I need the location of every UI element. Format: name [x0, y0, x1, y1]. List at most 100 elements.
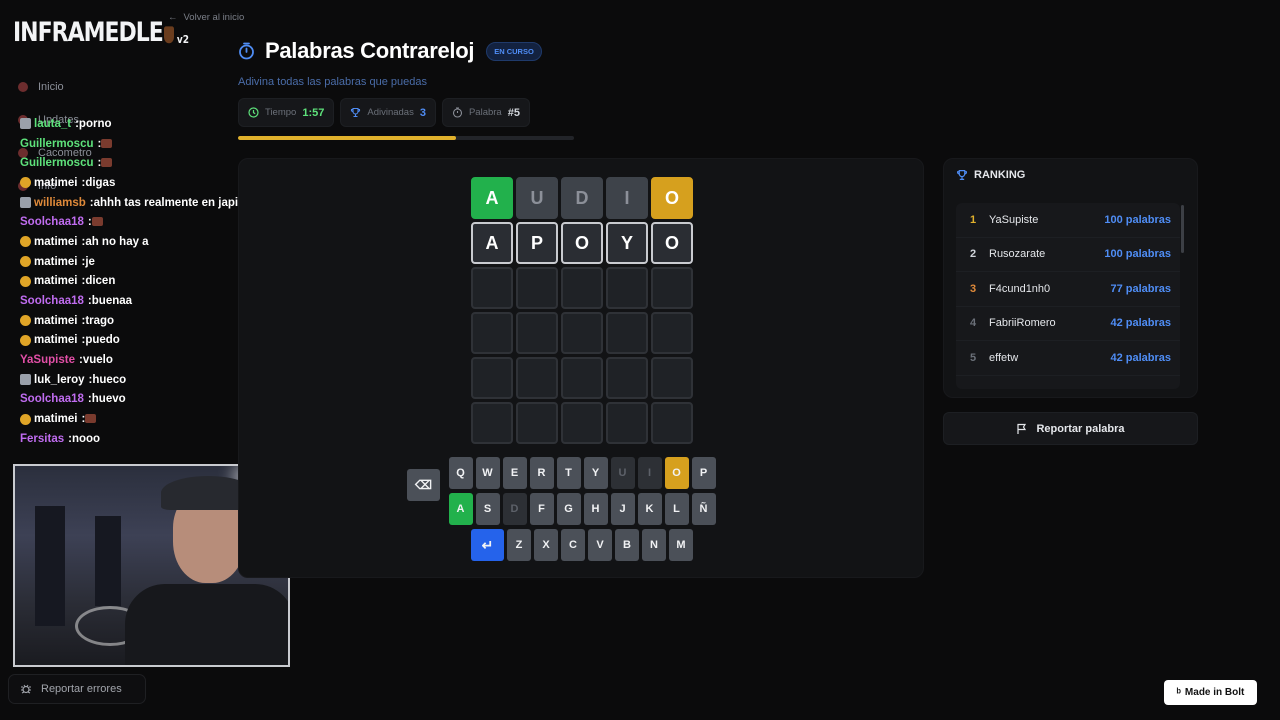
key-l[interactable]: L — [664, 493, 689, 525]
game-panel: AUDIOAPOYO Q W E R T Y U I O P A S D F G H J K L Ñ ↵ Z X C V B N M ⌫ — [238, 158, 924, 578]
enter-key[interactable]: ↵ — [471, 529, 504, 561]
chat-text: puedo — [85, 334, 120, 347]
chat-message: lauta_t: porno — [20, 114, 245, 134]
key-d[interactable]: D — [502, 493, 527, 525]
key-h[interactable]: H — [583, 493, 608, 525]
chat-message: Guillermoscu: — [20, 153, 245, 173]
chat-emote-icon — [101, 157, 112, 169]
chat-badge-icon — [20, 118, 31, 130]
back-link[interactable]: ← Volver al inicio — [168, 12, 244, 23]
letter-tile — [516, 312, 558, 354]
key-m[interactable]: M — [669, 529, 693, 561]
made-in-bolt-badge[interactable]: ᵇ Made in Bolt — [1164, 680, 1257, 705]
ranking-scrollbar[interactable] — [1181, 205, 1184, 253]
key-r[interactable]: R — [529, 457, 554, 489]
key-ñ[interactable]: Ñ — [691, 493, 716, 525]
key-w[interactable]: W — [475, 457, 500, 489]
key-b[interactable]: B — [615, 529, 639, 561]
time-progress-bar — [238, 136, 574, 140]
sidebar-item-inicio[interactable]: Inicio — [18, 78, 218, 96]
flag-icon — [1017, 423, 1027, 434]
letter-tile — [471, 357, 513, 399]
key-q[interactable]: Q — [448, 457, 473, 489]
chat-username: matimei — [34, 314, 78, 327]
key-y[interactable]: Y — [583, 457, 608, 489]
chat-text: porno — [78, 117, 112, 130]
key-o[interactable]: O — [664, 457, 689, 489]
chat-username: matimei — [34, 176, 78, 189]
key-s[interactable]: S — [475, 493, 500, 525]
key-g[interactable]: G — [556, 493, 581, 525]
trophy-icon — [351, 107, 361, 118]
stat-label: Adivinadas — [367, 107, 414, 118]
ranking-list[interactable]: 1 YaSupiste 100 palabras 2 Rusozarate 100 pal… — [956, 203, 1180, 389]
ranking-header: RANKING — [956, 169, 1025, 181]
key-z[interactable]: Z — [507, 529, 531, 561]
ranking-username: F4cund1nh0 — [989, 282, 1051, 295]
letter-tile — [606, 312, 648, 354]
chat-emote-icon — [92, 216, 103, 228]
letter-tile — [471, 267, 513, 309]
key-t[interactable]: T — [556, 457, 581, 489]
chat-username: matimei — [34, 255, 78, 268]
chat-message: matimei: digas — [20, 173, 245, 193]
ranking-row: 1 YaSupiste 100 palabras — [956, 203, 1180, 238]
ranking-title: RANKING — [974, 169, 1026, 181]
chat-username: Soolchaa18 — [20, 295, 84, 308]
key-j[interactable]: J — [610, 493, 635, 525]
chat-badge-icon — [20, 413, 31, 425]
chat-text: nooo — [71, 432, 101, 445]
stat-value: #5 — [507, 106, 520, 119]
ranking-row: 2 Rusozarate 100 palabras — [956, 238, 1180, 272]
ranking-username: Rusozarate — [989, 248, 1046, 261]
title-row: Palabras Contrareloj EN CURSO — [238, 38, 542, 64]
chat-username: Fersitas — [20, 432, 65, 445]
letter-tile: Y — [606, 222, 648, 264]
chat-message: matimei: dicen — [20, 272, 245, 292]
key-u[interactable]: U — [610, 457, 635, 489]
stat-label: Palabra — [468, 107, 502, 118]
key-a[interactable]: A — [448, 493, 473, 525]
chat-username: YaSupiste — [20, 354, 75, 367]
chat-message: luk_leroy: hueco — [20, 370, 245, 390]
chat-badge-icon — [20, 275, 31, 287]
app-logo[interactable]: INFRAMEDLE v2 — [13, 18, 189, 48]
key-e[interactable]: E — [502, 457, 527, 489]
ranking-score: 100 palabras — [1104, 248, 1171, 261]
chat-badge-icon — [20, 374, 31, 386]
key-p[interactable]: P — [691, 457, 716, 489]
letter-tile: O — [561, 222, 603, 264]
letter-tile: I — [606, 177, 648, 219]
on-screen-keyboard: Q W E R T Y U I O P A S D F G H J K L Ñ ↵ Z X C V B N M ⌫ — [239, 457, 925, 565]
letter-tile: D — [561, 177, 603, 219]
chat-text: hueco — [92, 373, 127, 386]
report-word-button[interactable]: Reportar palabra — [943, 412, 1198, 445]
keyboard-row: ASDFGHJKLÑ — [239, 493, 925, 525]
letter-tile: U — [516, 177, 558, 219]
key-x[interactable]: X — [534, 529, 558, 561]
letter-tile — [606, 267, 648, 309]
key-n[interactable]: N — [642, 529, 666, 561]
ranking-score: 100 palabras — [1104, 213, 1171, 226]
key-v[interactable]: V — [588, 529, 612, 561]
ranking-row: 5 effetw 42 palabras — [956, 341, 1180, 376]
chat-message: matimei: — [20, 409, 245, 429]
chat-message: Guillermoscu: — [20, 134, 245, 154]
letter-tile: O — [651, 222, 693, 264]
stats-bar: Tiempo 1:57 Adivinadas 3 Palabra #5 — [238, 98, 530, 127]
stopwatch-icon — [239, 42, 254, 60]
key-k[interactable]: K — [637, 493, 662, 525]
key-i[interactable]: I — [637, 457, 662, 489]
mate-cup-icon — [163, 26, 174, 44]
keyboard-row: QWERTYUIOP — [239, 457, 925, 489]
chat-username: matimei — [34, 413, 78, 426]
backspace-key[interactable]: ⌫ — [407, 469, 440, 501]
letter-tile — [606, 402, 648, 444]
ranking-panel: RANKING 1 YaSupiste 100 palabras 2 Rusozarat… — [943, 158, 1198, 398]
key-c[interactable]: C — [561, 529, 585, 561]
report-errors-button[interactable]: Reportar errores — [8, 674, 146, 704]
key-f[interactable]: F — [529, 493, 554, 525]
report-errors-label: Reportar errores — [41, 683, 122, 695]
letter-tile — [651, 357, 693, 399]
chat-badge-icon — [20, 334, 31, 346]
